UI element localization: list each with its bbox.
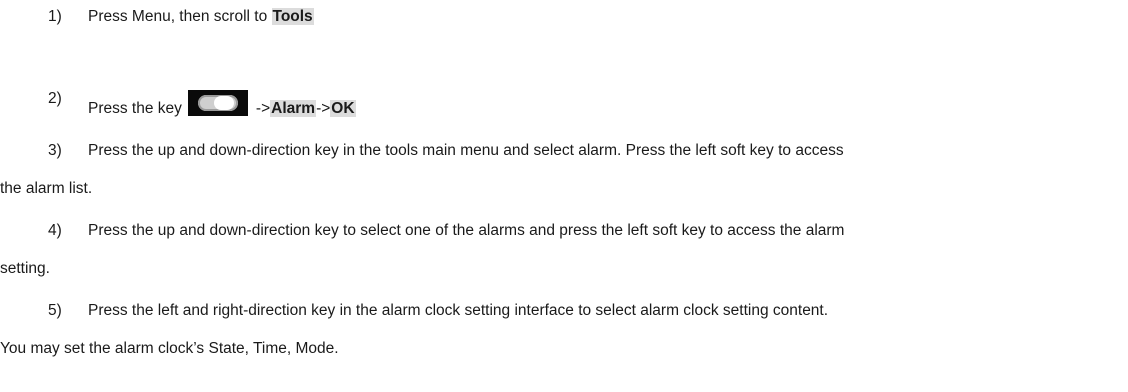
step-text-line-1: Press the left and right-direction key i… <box>88 302 829 319</box>
step-text-line-1: Press the up and down-direction key to s… <box>88 222 845 239</box>
step-text-line-1: Press the up and down-direction key in t… <box>88 142 844 159</box>
step-text-line-2: the alarm list. <box>0 180 93 197</box>
step-number: 4) <box>48 222 62 239</box>
arrow-text: -> <box>316 100 331 117</box>
soft-key-knob <box>213 96 234 110</box>
step-number: 5) <box>48 302 62 319</box>
step-text-part: Press the key <box>88 100 182 117</box>
highlighted-term-tools: Tools <box>271 8 314 25</box>
step-text-part: Press Menu, then scroll to <box>88 8 272 25</box>
step-number: 3) <box>48 142 62 159</box>
step-text-line-2: You may set the alarm clock’s State, Tim… <box>0 340 339 357</box>
step-number: 2) <box>48 90 62 107</box>
step-text: Press Menu, then scroll to Tools <box>88 8 314 26</box>
arrow-text: -> <box>255 100 271 117</box>
step-text: Press the key ->Alarm->OK <box>88 90 356 118</box>
highlighted-term-ok: OK <box>330 100 356 117</box>
soft-key-icon <box>187 90 248 116</box>
highlighted-term-alarm: Alarm <box>270 100 317 117</box>
step-text-line-2: setting. <box>0 260 50 277</box>
step-number: 1) <box>48 8 62 25</box>
